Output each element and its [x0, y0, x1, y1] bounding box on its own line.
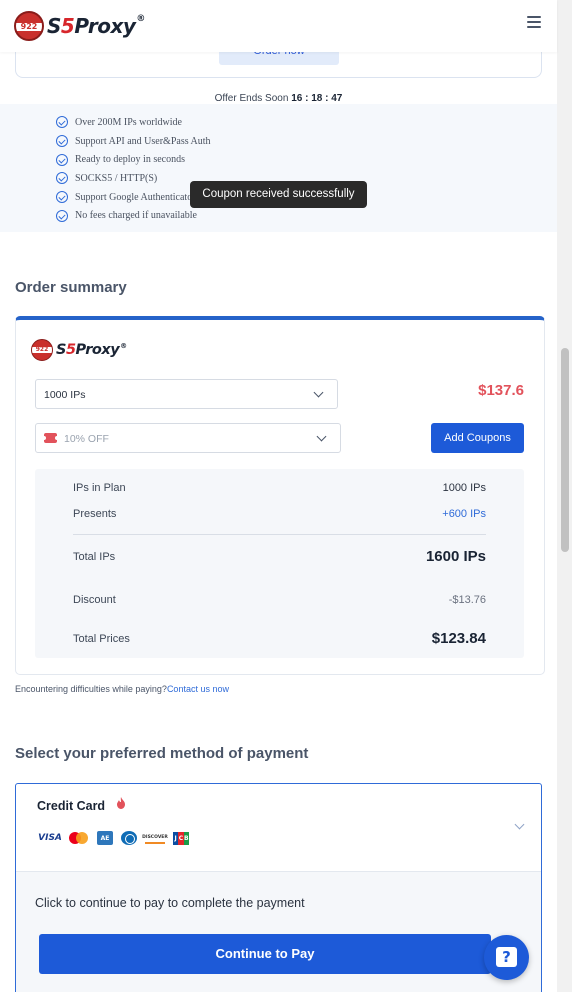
logo-wordmark: S5Proxy® — [47, 14, 145, 38]
payment-help: Encountering difficulties while paying?C… — [15, 684, 229, 694]
ticket-icon — [42, 433, 59, 443]
contact-us-link[interactable]: Contact us now — [167, 684, 229, 694]
mastercard-icon — [69, 831, 89, 845]
visa-icon: VISA — [38, 833, 62, 843]
logo-badge-text: 922 — [20, 22, 38, 31]
globe-logo-icon: 922 — [31, 339, 53, 361]
feature-item: SOCKS5 / HTTP(S) — [56, 169, 211, 188]
card-brand-list: VISA AE DISCOVER JCB — [38, 831, 197, 845]
add-coupons-button[interactable]: Add Coupons — [431, 423, 524, 453]
chevron-down-icon — [313, 387, 324, 398]
offer-countdown: Offer Ends Soon 16 : 18 : 47 — [214, 93, 343, 104]
check-circle-icon — [56, 135, 68, 148]
countdown-timer: 16 : 18 : 47 — [291, 93, 343, 104]
presents-value: +600 IPs — [442, 508, 486, 520]
chevron-down-icon — [514, 819, 525, 830]
divider — [73, 534, 486, 535]
help-chat-button[interactable]: ? — [484, 935, 529, 980]
amex-icon: AE — [97, 831, 113, 845]
site-logo[interactable]: 922 S5Proxy® — [14, 11, 145, 41]
ips-in-plan-value: 1000 IPs — [442, 482, 486, 494]
coupon-select-value: 10% OFF — [64, 433, 109, 445]
plan-select[interactable]: 1000 IPs — [35, 379, 338, 409]
scrollbar[interactable] — [557, 0, 572, 992]
discount-value: -$13.76 — [448, 594, 486, 606]
credit-card-option[interactable]: Credit Card VISA AE DISCOVER JCB Click t… — [15, 783, 542, 992]
logo-wordmark: S5Proxy® — [56, 342, 127, 358]
globe-logo-icon: 922 — [14, 11, 44, 41]
total-prices-label: Total Prices — [73, 633, 130, 645]
total-ips-value: 1600 IPs — [425, 548, 486, 565]
feature-list: Over 200M IPs worldwide Support API and … — [56, 113, 211, 225]
discover-icon: DISCOVER — [142, 832, 168, 844]
chevron-down-icon — [316, 431, 327, 442]
feature-item: Ready to deploy in seconds — [56, 150, 211, 169]
feature-item: Over 200M IPs worldwide — [56, 113, 211, 132]
payment-instruction: Click to continue to pay to complete the… — [35, 896, 305, 910]
feature-item: No fees charged if unavailable — [56, 206, 211, 225]
card-logo: 922 S5Proxy® — [31, 339, 127, 361]
plan-select-value: 1000 IPs — [44, 389, 86, 401]
payment-method-title: Select your preferred method of payment — [15, 745, 309, 762]
fire-icon — [117, 797, 125, 809]
check-circle-icon — [56, 209, 68, 222]
site-header: 922 S5Proxy® — [0, 0, 557, 52]
credit-card-label: Credit Card — [37, 799, 106, 813]
hamburger-menu-icon[interactable] — [527, 16, 541, 30]
feature-item: Support Google Authenticator — [56, 188, 211, 207]
presents-label: Presents — [73, 508, 117, 520]
price-breakdown: IPs in Plan 1000 IPs Presents +600 IPs T… — [35, 469, 524, 658]
check-circle-icon — [56, 191, 68, 204]
diners-club-icon — [121, 831, 137, 845]
plan-price: $137.6 — [478, 382, 524, 399]
jcb-icon: JCB — [173, 831, 189, 845]
total-ips-label: Total IPs — [73, 551, 116, 563]
continue-to-pay-button[interactable]: Continue to Pay — [39, 934, 491, 974]
check-circle-icon — [56, 172, 68, 185]
toast-notification: Coupon received successfully — [190, 181, 367, 208]
coupon-select[interactable]: 10% OFF — [35, 423, 341, 453]
question-icon: ? — [496, 947, 517, 967]
check-circle-icon — [56, 153, 68, 166]
ips-in-plan-label: IPs in Plan — [73, 482, 126, 494]
order-summary-title: Order summary — [15, 279, 127, 296]
scrollbar-thumb[interactable] — [561, 348, 569, 552]
feature-item: Support API and User&Pass Auth — [56, 132, 211, 151]
total-prices-value: $123.84 — [431, 630, 486, 647]
credit-card-panel: Click to continue to pay to complete the… — [16, 871, 541, 992]
check-circle-icon — [56, 116, 68, 129]
discount-label: Discount — [73, 594, 116, 606]
